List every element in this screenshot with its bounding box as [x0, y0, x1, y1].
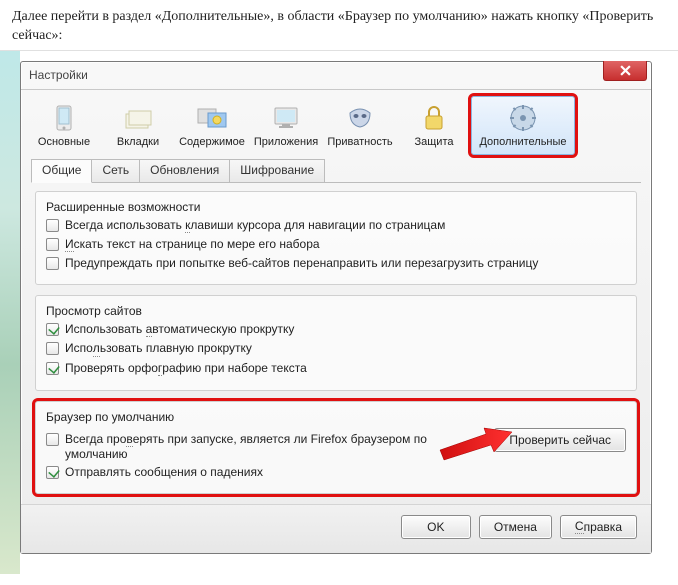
label: Использовать плавную прокрутку — [65, 341, 252, 356]
opt-spellcheck[interactable]: Проверять орфографию при наборе текста — [46, 361, 626, 376]
gear-icon — [474, 101, 572, 135]
label: Всегда проверять при запуске, является л… — [65, 432, 435, 461]
checkbox[interactable] — [46, 257, 59, 270]
checkbox[interactable] — [46, 323, 59, 336]
label: Всегда использовать клавиши курсора для … — [65, 218, 445, 233]
checkbox[interactable] — [46, 466, 59, 479]
label: Использовать автоматическую прокрутку — [65, 322, 294, 337]
content-icon — [178, 101, 246, 135]
subtab-general[interactable]: Общие — [31, 159, 92, 183]
checkbox[interactable] — [46, 362, 59, 375]
category-advanced-label: Дополнительные — [474, 136, 572, 148]
group-default-browser: Браузер по умолчанию Всегда проверять пр… — [35, 401, 637, 494]
category-privacy-label: Приватность — [326, 136, 394, 148]
label: Искать текст на странице по мере его наб… — [65, 237, 320, 252]
opt-search-as-type[interactable]: Искать текст на странице по мере его наб… — [46, 237, 626, 252]
opt-smoothscroll[interactable]: Использовать плавную прокрутку — [46, 341, 626, 356]
screenshot-area: Настройки Основные Вкладки — [0, 50, 678, 574]
opt-send-crash[interactable]: Отправлять сообщения о падениях — [46, 465, 484, 479]
category-main[interactable]: Основные — [27, 96, 101, 155]
checkbox[interactable] — [46, 219, 59, 232]
check-now-button[interactable]: Проверить сейчас — [494, 428, 626, 452]
window-title: Настройки — [29, 68, 88, 82]
wallpaper-sliver — [0, 51, 20, 574]
group-extended-legend: Расширенные возможности — [46, 200, 626, 214]
label: Предупреждать при попытке веб-сайтов пер… — [65, 256, 538, 270]
category-toolbar: Основные Вкладки Содержимое Приложения — [21, 90, 651, 155]
category-content-label: Содержимое — [178, 136, 246, 148]
opt-autoscroll[interactable]: Использовать автоматическую прокрутку — [46, 322, 626, 337]
category-tabs-label: Вкладки — [104, 136, 172, 148]
category-security-label: Защита — [400, 136, 468, 148]
group-browsing-legend: Просмотр сайтов — [46, 304, 626, 318]
opt-warn-redirect[interactable]: Предупреждать при попытке веб-сайтов пер… — [46, 256, 626, 270]
settings-panel: Расширенные возможности Всегда использов… — [35, 191, 637, 494]
mask-icon — [326, 101, 394, 135]
titlebar: Настройки — [21, 62, 651, 90]
main-icon — [30, 101, 98, 135]
opt-cursor-keys[interactable]: Всегда использовать клавиши курсора для … — [46, 218, 626, 233]
group-browsing: Просмотр сайтов Использовать автоматичес… — [35, 295, 637, 391]
instruction-text: Далее перейти в раздел «Дополнительные»,… — [0, 0, 678, 50]
subtab-strip: Общие Сеть Обновления Шифрование — [31, 159, 641, 183]
cancel-button[interactable]: Отмена — [479, 515, 552, 539]
ok-button[interactable]: OK — [401, 515, 471, 539]
category-main-label: Основные — [30, 136, 98, 148]
checkbox[interactable] — [46, 433, 59, 446]
category-security[interactable]: Защита — [397, 96, 471, 155]
label: Проверять орфографию при наборе текста — [65, 361, 307, 376]
close-icon — [620, 65, 631, 76]
checkbox[interactable] — [46, 342, 59, 355]
group-extended: Расширенные возможности Всегда использов… — [35, 191, 637, 285]
help-button[interactable]: Справка — [560, 515, 637, 539]
group-default-legend: Браузер по умолчанию — [46, 410, 626, 424]
tabs-icon — [104, 101, 172, 135]
category-tabs[interactable]: Вкладки — [101, 96, 175, 155]
apps-icon — [252, 101, 320, 135]
lock-icon — [400, 101, 468, 135]
dialog-buttons: OK Отмена Справка — [21, 504, 651, 553]
category-advanced[interactable]: Дополнительные — [471, 96, 575, 155]
category-apps[interactable]: Приложения — [249, 96, 323, 155]
category-apps-label: Приложения — [252, 136, 320, 148]
subtab-network[interactable]: Сеть — [91, 159, 140, 182]
category-content[interactable]: Содержимое — [175, 96, 249, 155]
label: Отправлять сообщения о падениях — [65, 465, 263, 479]
checkbox[interactable] — [46, 238, 59, 251]
subtab-updates[interactable]: Обновления — [139, 159, 230, 182]
close-button[interactable] — [603, 61, 647, 81]
subtab-encryption[interactable]: Шифрование — [229, 159, 325, 182]
settings-window: Настройки Основные Вкладки — [20, 61, 652, 554]
category-privacy[interactable]: Приватность — [323, 96, 397, 155]
opt-check-default[interactable]: Всегда проверять при запуске, является л… — [46, 432, 484, 461]
